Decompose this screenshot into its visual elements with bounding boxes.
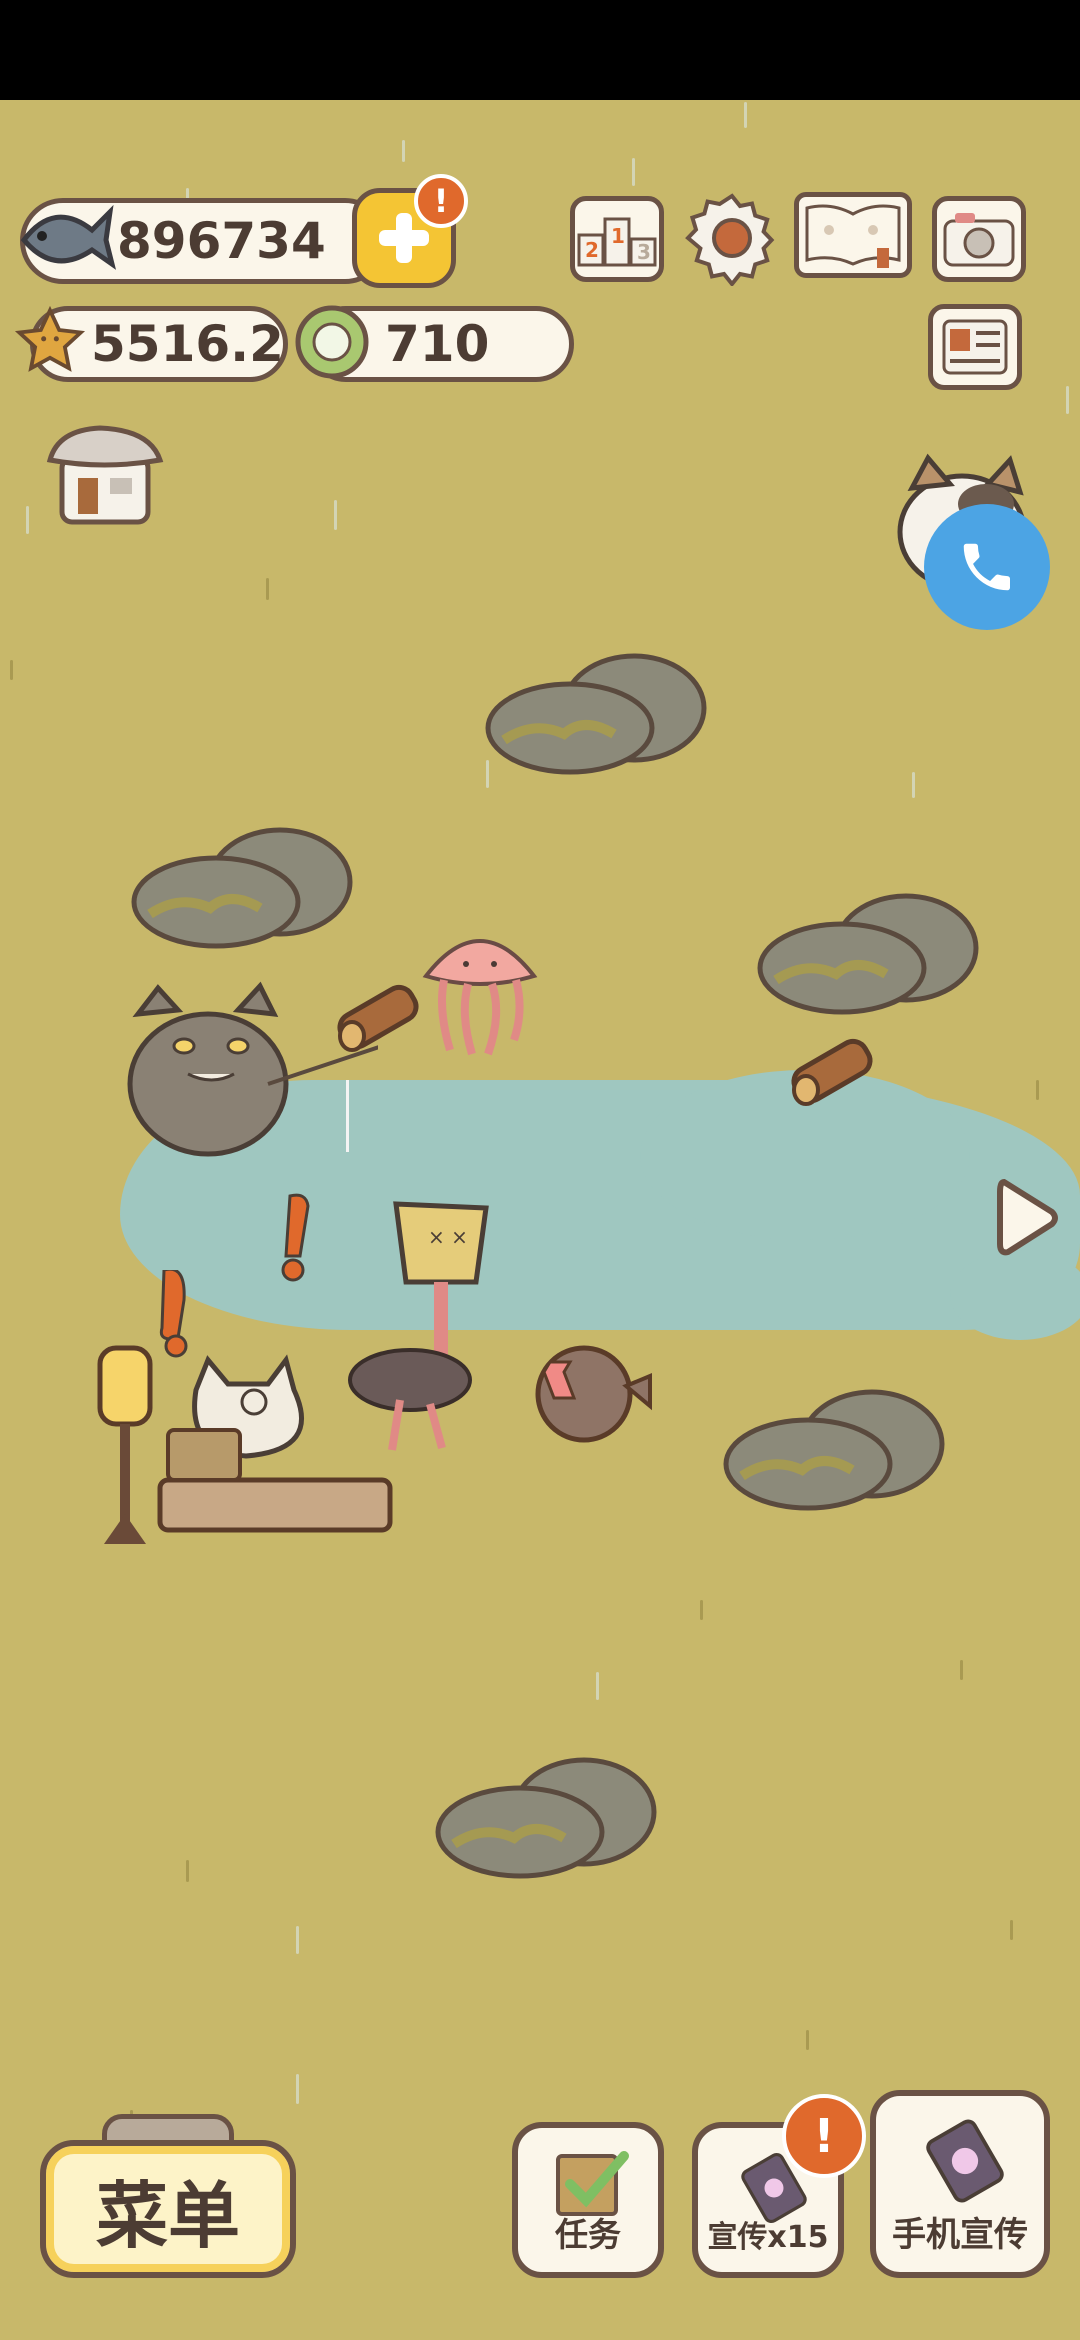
token-icon xyxy=(295,305,369,379)
bag-head-ostrich[interactable]: × × xyxy=(330,1200,510,1470)
fishing-pond-part xyxy=(950,1250,1080,1340)
svg-text:× ×: × × xyxy=(428,1225,468,1249)
add-currency-alert-badge: ! xyxy=(414,174,468,228)
raindrop xyxy=(912,772,915,798)
status-bar xyxy=(0,0,1080,100)
phone-promote-button[interactable]: 手机宣传 xyxy=(870,2090,1050,2278)
grass-tuft xyxy=(1010,1920,1013,1940)
menu-label: 菜单 xyxy=(95,2173,240,2258)
grass-tuft xyxy=(1036,1080,1039,1100)
rank-third: 3 xyxy=(637,240,651,264)
raindrop xyxy=(596,1672,599,1700)
pufferfish-creature[interactable] xyxy=(530,1338,660,1448)
camera-icon xyxy=(943,213,1015,267)
jellyfish-creature[interactable] xyxy=(420,926,540,1066)
raindrop xyxy=(1066,386,1069,414)
promote-alert-badge: ! xyxy=(782,2094,866,2178)
grass-tuft xyxy=(186,1860,189,1882)
rank-second: 2 xyxy=(585,238,599,262)
grass-tuft xyxy=(10,660,13,680)
star-icon xyxy=(14,305,86,372)
fish-count-value: 896734 xyxy=(117,212,326,270)
street-lamp xyxy=(97,1345,153,1544)
shop-icon[interactable] xyxy=(46,422,164,528)
raindrop xyxy=(296,1926,299,1954)
tasks-button[interactable]: 任务 xyxy=(512,2122,664,2278)
raindrop xyxy=(402,140,405,162)
ranking-podium-icon: 2 1 3 xyxy=(577,217,657,267)
mossy-rock xyxy=(131,827,353,949)
menu-button[interactable]: 菜单 xyxy=(40,2140,296,2278)
star-count-value: 5516.2 xyxy=(91,315,284,373)
camera-button[interactable] xyxy=(932,196,1026,282)
fishing-cat[interactable] xyxy=(118,974,378,1174)
newspaper-icon xyxy=(942,319,1008,375)
grass-tuft xyxy=(266,578,269,600)
smartphone-promo-icon xyxy=(926,2119,1004,2203)
cat-catalog-button[interactable] xyxy=(794,192,912,278)
fish-icon xyxy=(20,204,116,270)
phone-promote-label: 手机宣传 xyxy=(892,2215,1028,2255)
raindrop xyxy=(744,102,747,128)
grass-tuft xyxy=(960,1660,963,1680)
fishing-line xyxy=(346,1080,349,1152)
mossy-rock xyxy=(435,1757,657,1879)
checklist-icon xyxy=(556,2151,629,2216)
grass-tuft xyxy=(806,2030,809,2050)
mossy-rock xyxy=(485,653,707,775)
mossy-rock xyxy=(723,1389,945,1511)
raindrop xyxy=(632,158,635,186)
driftwood-log[interactable] xyxy=(784,1024,884,1114)
raindrop xyxy=(334,500,337,530)
paw-book-icon xyxy=(805,204,901,268)
raindrop xyxy=(296,2074,299,2104)
token-count-value: 710 xyxy=(385,315,490,373)
raindrop xyxy=(26,506,29,534)
gear-icon[interactable] xyxy=(684,190,780,286)
rank-first: 1 xyxy=(611,224,625,248)
exclamation-alert-icon xyxy=(281,1193,310,1282)
ranking-button[interactable]: 2 1 3 xyxy=(570,196,664,282)
phone-icon xyxy=(963,543,1010,591)
mossy-rock xyxy=(757,893,979,1015)
scroll-right-arrow[interactable] xyxy=(996,1176,1058,1260)
newspaper-button[interactable] xyxy=(928,304,1022,390)
grass-tuft xyxy=(700,1600,703,1620)
phone-call-button[interactable] xyxy=(924,504,1050,630)
